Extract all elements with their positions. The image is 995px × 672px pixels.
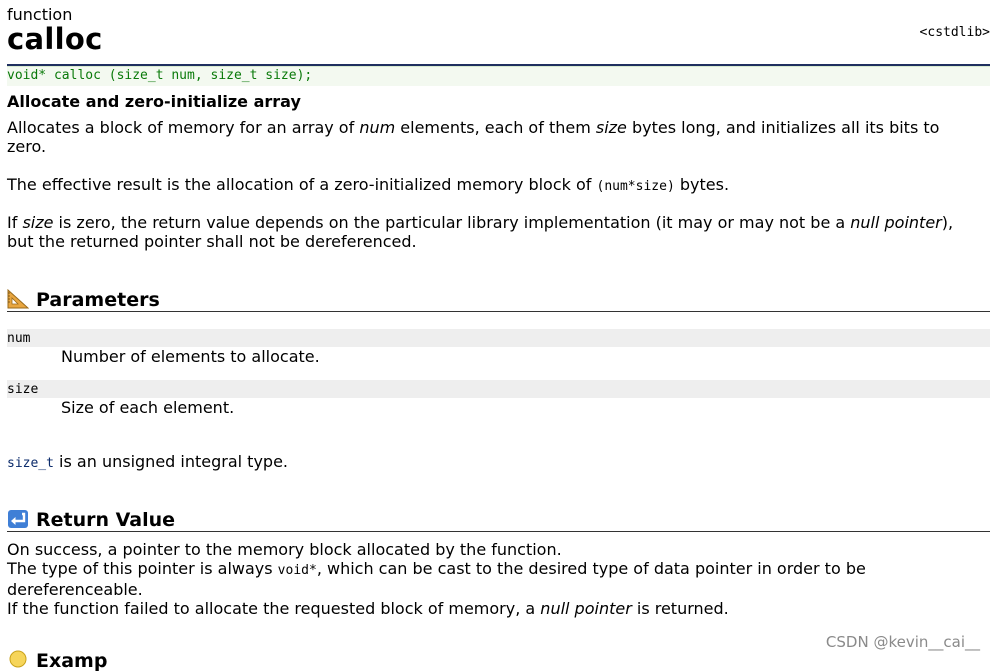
description-paragraph-3: If size is zero, the return value depend…: [7, 213, 982, 251]
text: ),: [941, 213, 954, 232]
size-t-link[interactable]: size_t: [7, 456, 54, 471]
text: If the function failed to allocate the r…: [7, 599, 541, 618]
text: If: [7, 213, 23, 232]
param-band: [7, 380, 990, 398]
text: dereferenceable.: [7, 580, 143, 599]
description-paragraph-1: Allocates a block of memory for an array…: [7, 118, 982, 156]
param-ref: size: [595, 118, 627, 137]
param-band: [7, 329, 990, 347]
param-desc-num: Number of elements to allocate.: [61, 347, 320, 366]
text: but the returned pointer shall not be de…: [7, 232, 417, 251]
null-pointer-link[interactable]: null pointer: [850, 213, 941, 232]
inline-code: (num*size): [596, 179, 675, 194]
header-link[interactable]: <cstdlib>: [920, 25, 990, 40]
parameters-heading: Parameters: [7, 289, 160, 311]
return-value-heading: Return Value: [7, 509, 175, 531]
text: bytes long, and initializes all its bits…: [626, 118, 940, 137]
return-value-text: On success, a pointer to the memory bloc…: [7, 540, 982, 618]
text: bytes.: [674, 175, 730, 194]
section-title: Return Value: [36, 509, 176, 531]
section-title: Examp: [36, 650, 108, 672]
watermark: CSDN @kevin__cai__: [825, 633, 980, 651]
lightbulb-icon: [9, 650, 27, 668]
inline-code: void*: [277, 563, 317, 578]
summary: Allocate and zero-initialize array: [7, 92, 301, 111]
param-name-num: num: [7, 331, 31, 346]
text: The type of this pointer is always: [7, 559, 278, 578]
prototype: void* calloc (size_t num, size_t size);: [7, 68, 313, 83]
section-divider: [7, 311, 990, 312]
page-title: calloc: [7, 22, 103, 56]
size-t-note: size_t is an unsigned integral type.: [7, 452, 982, 473]
param-ref: size: [22, 213, 54, 232]
return-arrow-icon: [8, 510, 28, 528]
null-pointer-link[interactable]: null pointer: [540, 599, 631, 618]
param-desc-size: Size of each element.: [61, 398, 235, 417]
set-square-icon: [7, 289, 29, 309]
section-title: Parameters: [36, 289, 160, 311]
text: is zero, the return value depends on the…: [53, 213, 851, 232]
text: is returned.: [631, 599, 729, 618]
text: is an unsigned integral type.: [53, 452, 288, 471]
param-name-size: size: [7, 382, 39, 397]
text: The effective result is the allocation o…: [7, 175, 597, 194]
section-divider: [7, 531, 990, 532]
text: On success, a pointer to the memory bloc…: [7, 540, 562, 559]
next-section-heading: Examp: [7, 650, 107, 672]
text: elements, each of them: [395, 118, 596, 137]
param-ref: num: [359, 118, 396, 137]
text: Allocates a block of memory for an array…: [7, 118, 360, 137]
text: , which can be cast to the desired type …: [316, 559, 866, 578]
description-paragraph-2: The effective result is the allocation o…: [7, 175, 982, 196]
text: zero.: [7, 137, 47, 156]
